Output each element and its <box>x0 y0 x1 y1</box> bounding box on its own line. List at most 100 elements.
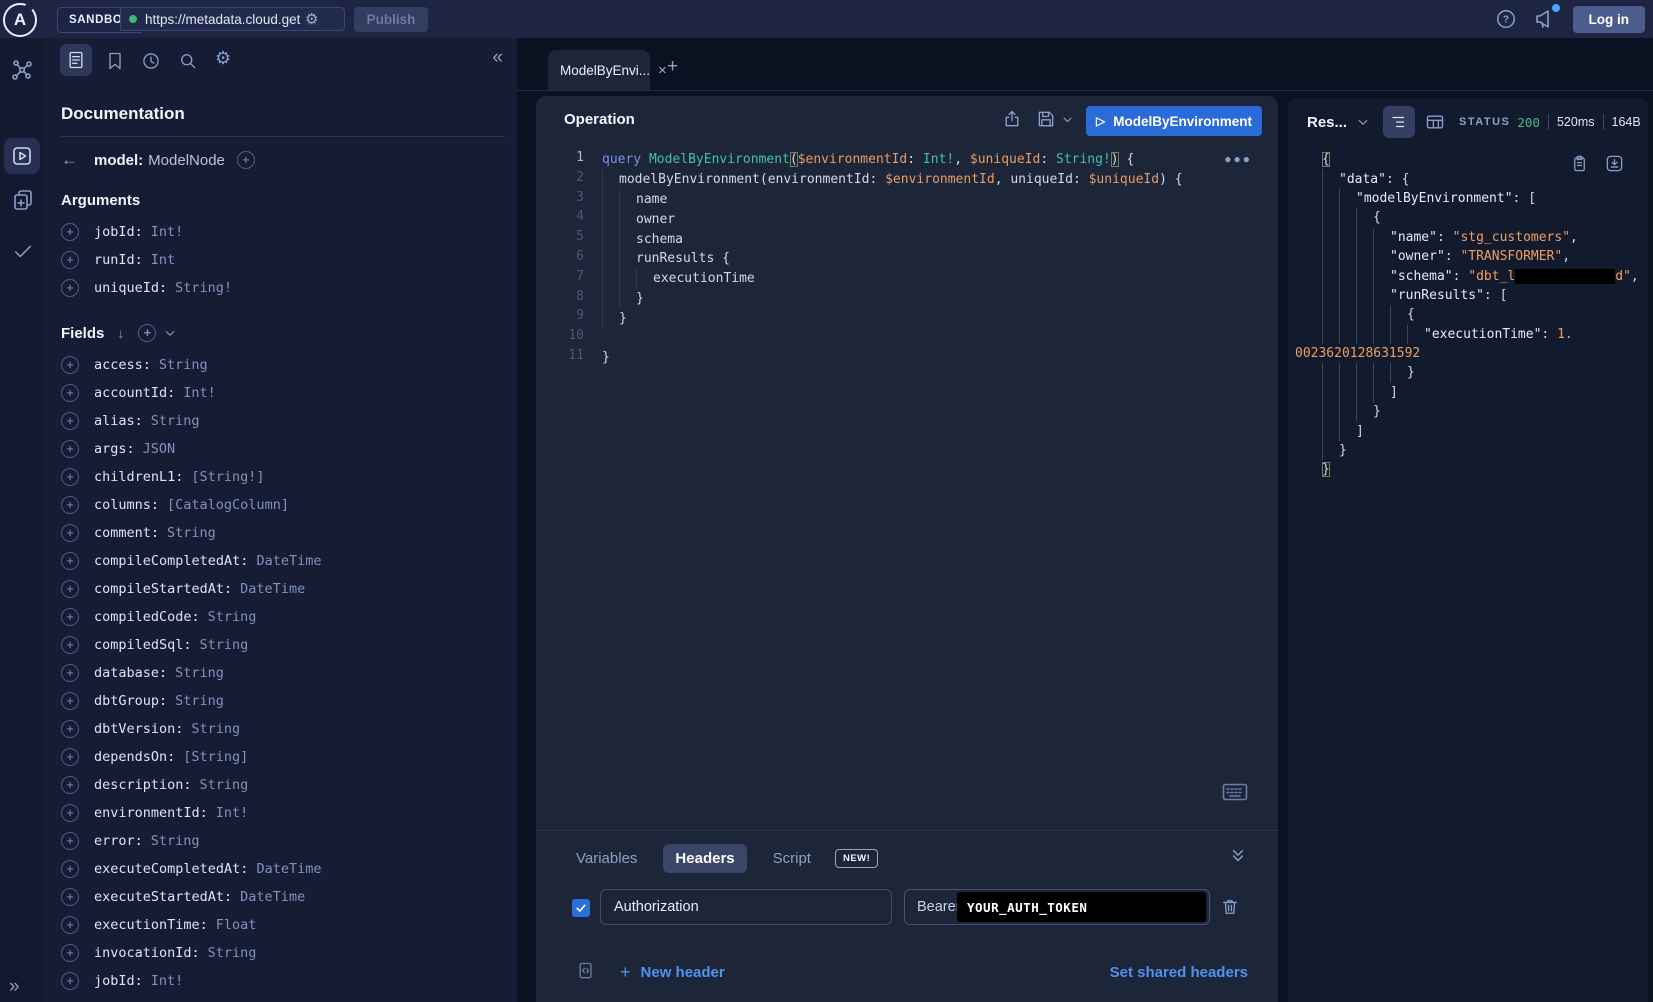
add-field-icon[interactable]: + <box>61 251 79 269</box>
field-name[interactable]: compiledSql: <box>94 637 192 653</box>
add-field-icon[interactable]: + <box>61 720 79 738</box>
field-row[interactable]: +childrenL1:[String!] <box>61 463 505 491</box>
field-name[interactable]: invocationId: <box>94 945 200 961</box>
field-name[interactable]: dbtGroup: <box>94 693 167 709</box>
add-field-icon[interactable]: + <box>61 636 79 654</box>
field-row[interactable]: +columns:[CatalogColumn] <box>61 491 505 519</box>
add-field-icon[interactable]: + <box>61 608 79 626</box>
search-icon[interactable] <box>178 51 198 71</box>
field-row[interactable]: +compiledSql:String <box>61 631 505 659</box>
field-name[interactable]: database: <box>94 665 167 681</box>
field-name[interactable]: alias: <box>94 413 143 429</box>
field-row[interactable]: +accountId:Int! <box>61 379 505 407</box>
delete-header-icon[interactable] <box>1220 897 1240 917</box>
field-row[interactable]: + executionTime: Float <box>61 911 505 939</box>
add-field-icon[interactable]: + <box>61 748 79 766</box>
graphql-code-editor[interactable]: 1query ModelByEnvironment($environmentId… <box>536 150 1278 368</box>
field-name[interactable]: dbtVersion: <box>94 721 183 737</box>
model-type[interactable]: ModelNode <box>148 152 225 169</box>
add-field-icon[interactable]: + <box>61 972 79 990</box>
add-field-icon[interactable]: + <box>61 279 79 297</box>
field-type[interactable]: DateTime <box>240 581 305 597</box>
field-row[interactable]: + runId: Int <box>61 246 505 274</box>
add-field-icon[interactable]: + <box>61 468 79 486</box>
table-view-toggle-icon[interactable] <box>1425 112 1445 132</box>
add-field-icon[interactable]: + <box>61 524 79 542</box>
documentation-tab-icon[interactable] <box>60 44 92 76</box>
add-field-icon[interactable]: + <box>61 496 79 514</box>
field-row[interactable]: +dbtGroup:String <box>61 687 505 715</box>
back-arrow-icon[interactable]: ← <box>61 150 78 170</box>
add-fields-icon[interactable]: + <box>138 324 156 342</box>
apollo-logo-icon[interactable]: A <box>3 3 37 37</box>
collections-nav-icon[interactable] <box>0 188 45 212</box>
share-operation-icon[interactable] <box>1002 109 1022 129</box>
field-type[interactable]: Int! <box>216 805 249 821</box>
field-type[interactable]: String <box>175 665 224 681</box>
field-type[interactable]: JSON <box>143 441 176 457</box>
field-type[interactable]: Int! <box>151 973 184 989</box>
collapse-io-panel-icon[interactable] <box>1230 848 1246 864</box>
field-row[interactable]: +comment:String <box>61 519 505 547</box>
add-field-icon[interactable]: + <box>61 223 79 241</box>
response-dropdown-chevron-icon[interactable] <box>1357 116 1369 128</box>
add-field-icon[interactable]: + <box>61 580 79 598</box>
field-type[interactable]: String <box>200 777 249 793</box>
connection-settings-gear-icon[interactable]: ⚙ <box>305 10 318 28</box>
add-field-icon[interactable]: + <box>61 412 79 430</box>
field-row[interactable]: +invocationId:String <box>61 939 505 967</box>
schema-graph-icon[interactable] <box>0 58 45 82</box>
add-field-icon[interactable]: + <box>61 356 79 374</box>
field-name[interactable]: description: <box>94 777 192 793</box>
field-name[interactable]: compileCompletedAt: <box>94 553 248 569</box>
field-name[interactable]: dependsOn: <box>94 749 175 765</box>
explorer-nav-item[interactable] <box>4 138 40 174</box>
field-type[interactable]: String <box>151 833 200 849</box>
add-field-icon[interactable]: + <box>61 832 79 850</box>
announcements-megaphone-icon[interactable] <box>1533 7 1557 31</box>
field-type[interactable]: DateTime <box>240 889 305 905</box>
field-type[interactable]: String <box>159 357 208 373</box>
set-shared-headers-button[interactable]: Set shared headers <box>1110 964 1248 981</box>
add-field-icon[interactable]: + <box>61 804 79 822</box>
field-name[interactable]: error: <box>94 833 143 849</box>
field-name[interactable]: executionTime: <box>94 917 208 933</box>
header-key-input[interactable] <box>600 889 892 925</box>
history-icon[interactable] <box>141 51 161 71</box>
field-type[interactable]: String <box>208 609 257 625</box>
tree-view-toggle-icon[interactable] <box>1383 106 1415 138</box>
field-row[interactable]: + dbtVersion: String <box>61 715 505 743</box>
field-type[interactable]: String <box>191 721 240 737</box>
add-field-icon[interactable]: + <box>61 384 79 402</box>
field-type[interactable]: [CatalogColumn] <box>167 497 289 513</box>
help-icon[interactable]: ? <box>1495 8 1517 30</box>
add-field-icon[interactable]: + <box>61 552 79 570</box>
field-name[interactable]: access: <box>94 357 151 373</box>
expand-rail-icon[interactable]: » <box>9 976 20 998</box>
field-name[interactable]: executeStartedAt: <box>94 889 232 905</box>
auth-token-redacted[interactable]: YOUR_AUTH_TOKEN <box>957 892 1206 922</box>
close-tab-icon[interactable]: × <box>658 62 667 79</box>
field-type[interactable]: DateTime <box>256 861 321 877</box>
field-row[interactable]: +database:String <box>61 659 505 687</box>
field-row[interactable]: +jobId:Int! <box>61 218 505 246</box>
add-field-icon[interactable]: + <box>61 916 79 934</box>
field-row[interactable]: +compileStartedAt:DateTime <box>61 575 505 603</box>
field-type[interactable]: Float <box>216 917 257 933</box>
tab-variables[interactable]: Variables <box>564 844 649 873</box>
operation-overflow-menu-icon[interactable]: ●●● <box>1224 152 1252 166</box>
field-name[interactable]: jobId: <box>94 973 143 989</box>
response-json-viewer[interactable]: {"data": {"modelByEnvironment": [{"name"… <box>1288 150 1648 480</box>
field-type[interactable]: String <box>208 945 257 961</box>
field-row[interactable]: + environmentId: Int! <box>61 799 505 827</box>
field-type[interactable]: DateTime <box>256 553 321 569</box>
field-name[interactable]: runId: <box>94 252 143 268</box>
field-row[interactable]: +executeCompletedAt:DateTime <box>61 855 505 883</box>
add-field-icon[interactable]: + <box>61 860 79 878</box>
save-operation-icon[interactable] <box>1036 109 1056 129</box>
field-name[interactable]: environmentId: <box>94 805 208 821</box>
field-row[interactable]: +args:JSON <box>61 435 505 463</box>
field-type[interactable]: Int <box>151 252 175 268</box>
new-header-button[interactable]: + New header <box>620 962 725 983</box>
add-field-icon[interactable]: + <box>61 692 79 710</box>
